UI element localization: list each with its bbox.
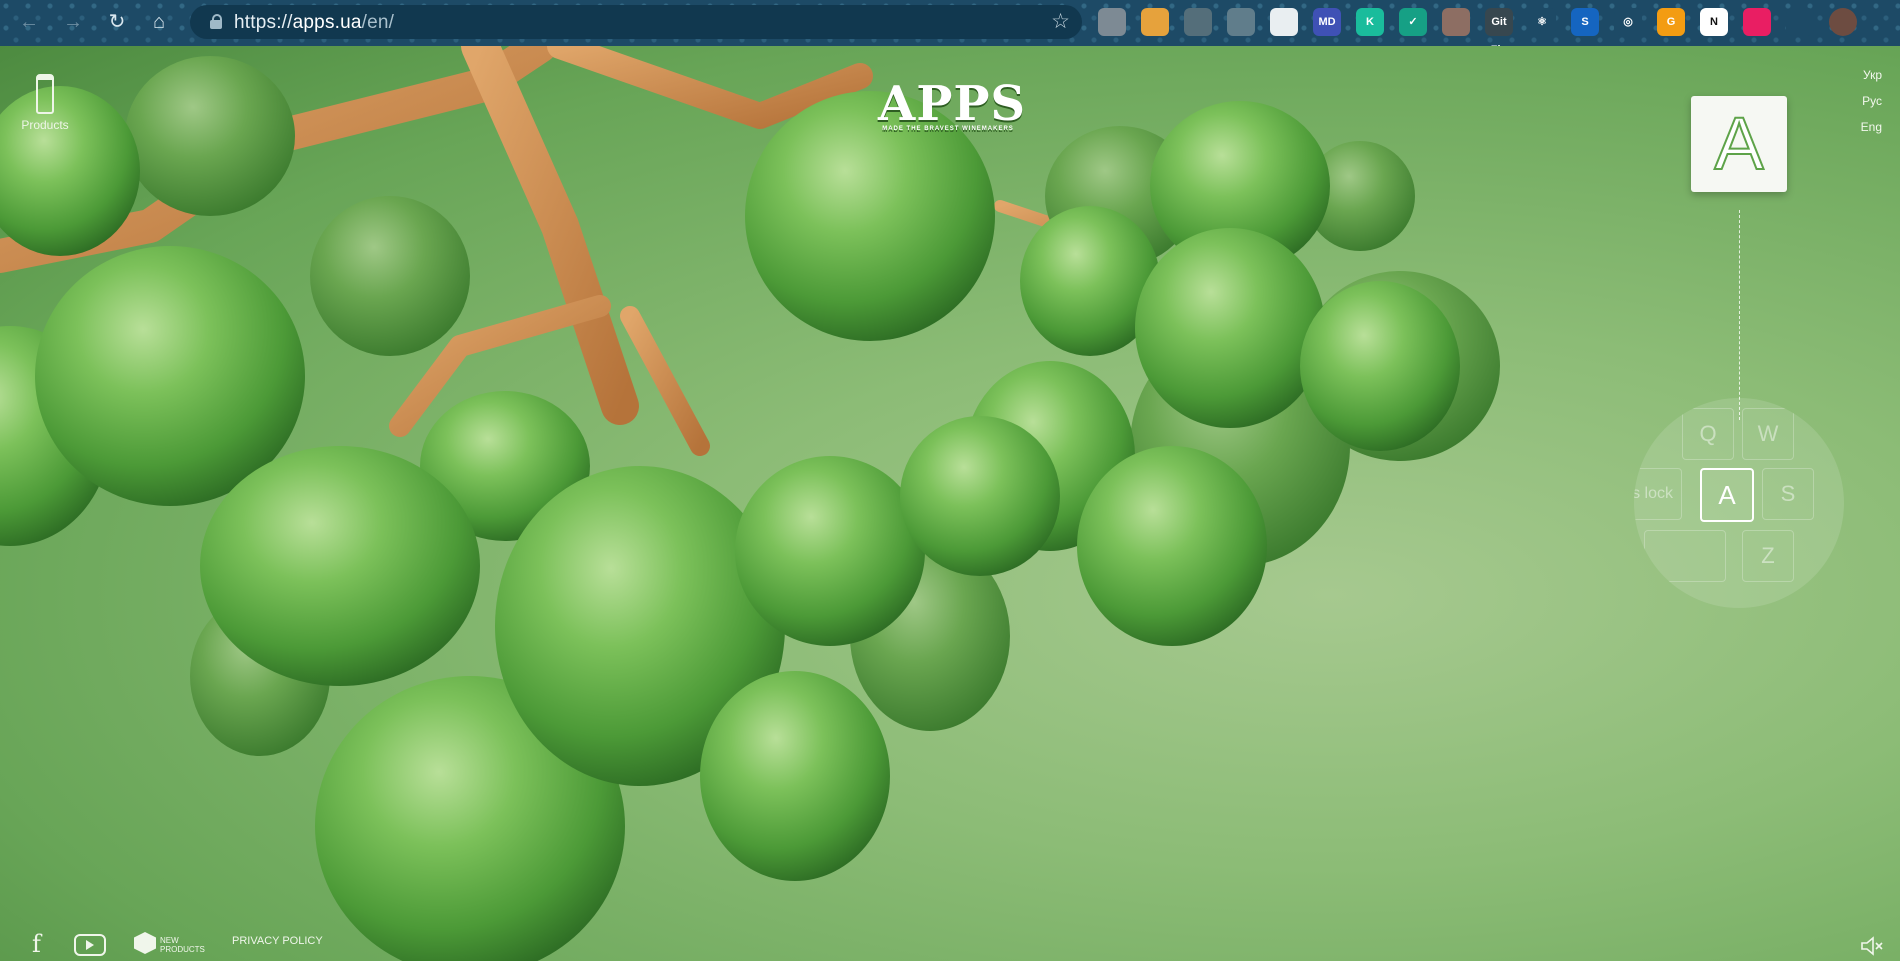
privacy-policy-link[interactable]: PRIVACY POLICY — [232, 935, 323, 947]
back-arrow-icon[interactable]: ← — [16, 9, 42, 35]
forward-arrow-icon[interactable]: → — [60, 9, 86, 35]
lang-eng[interactable]: Eng — [1861, 120, 1882, 134]
apps-logo[interactable]: APPS MADE THE BRAVEST WINEMAKERS — [878, 76, 1025, 132]
logo-tagline: MADE THE BRAVEST WINEMAKERS — [882, 126, 1014, 132]
key-letter-card[interactable]: A — [1691, 96, 1787, 192]
hand-ext-icon[interactable] — [1442, 8, 1470, 36]
palette-ext-icon[interactable] — [1141, 8, 1169, 36]
gear-ext-icon[interactable] — [1270, 8, 1298, 36]
new-products-line2: PRODUCTS — [160, 945, 205, 954]
key-q: Q — [1682, 408, 1734, 460]
apple-branch-illustration — [0, 46, 1500, 961]
sound-muted-icon[interactable] — [1860, 936, 1884, 956]
home-icon[interactable]: ⌂ — [146, 9, 172, 35]
browser-toolbar: ← → ↻ ⌂ https://apps.ua/en/ ☆ MD K ✓ Git Zi… — [0, 0, 1900, 56]
key-w: W — [1742, 408, 1794, 460]
key-blank — [1644, 530, 1726, 582]
address-bar[interactable]: https://apps.ua/en/ ☆ — [190, 5, 1082, 39]
cube-ext-icon[interactable] — [1184, 8, 1212, 36]
key-z: Z — [1742, 530, 1794, 582]
gitzip-ext-icon[interactable]: Git Zip — [1485, 8, 1513, 56]
key-s: S — [1762, 468, 1814, 520]
url-text[interactable]: https://apps.ua/en/ — [234, 12, 394, 34]
s-ext-icon[interactable]: S — [1571, 8, 1599, 36]
hero-scene: Products APPS MADE THE BRAVEST WINEMAKER… — [0, 46, 1900, 961]
new-products-line1: NEW — [160, 936, 179, 945]
profile-avatar-icon[interactable] — [1829, 8, 1857, 36]
k-ext-icon[interactable]: K — [1356, 8, 1384, 36]
g-ext-icon[interactable]: G — [1657, 8, 1685, 36]
youtube-icon[interactable] — [74, 934, 106, 956]
lang-rus[interactable]: Рус — [1862, 94, 1882, 108]
image-ext-icon[interactable] — [1227, 8, 1255, 36]
key-a-active: A — [1700, 468, 1754, 522]
keyboard-lens[interactable]: Q W s lock A S Z — [1634, 398, 1844, 608]
apple-cluster-front — [0, 86, 1460, 961]
products-link[interactable]: Products — [16, 74, 74, 132]
notion-ext-icon[interactable]: N — [1700, 8, 1728, 36]
react-ext-icon[interactable]: ⚛ — [1528, 8, 1556, 36]
bookmark-star-icon[interactable]: ☆ — [1051, 9, 1070, 34]
logo-text: APPS — [878, 76, 1027, 132]
color-wheel-ext-icon[interactable] — [1743, 8, 1771, 36]
target-ext-icon[interactable]: ◎ — [1614, 8, 1642, 36]
facebook-icon[interactable]: f — [32, 930, 41, 958]
lang-ukr[interactable]: Укр — [1863, 68, 1882, 82]
camera-ext-icon[interactable] — [1098, 8, 1126, 36]
dotted-connector — [1739, 210, 1740, 420]
bottle-icon — [36, 74, 54, 114]
new-products-link[interactable]: NEW PRODUCTS — [160, 936, 205, 954]
products-label: Products — [21, 118, 69, 132]
check-ext-icon[interactable]: ✓ — [1399, 8, 1427, 36]
puzzle-ext-icon[interactable] — [1786, 8, 1814, 36]
reload-icon[interactable]: ↻ — [104, 9, 130, 35]
key-caps-lock: s lock — [1634, 468, 1682, 520]
lock-icon[interactable] — [210, 14, 222, 29]
md-ext-icon[interactable]: MD — [1313, 8, 1341, 36]
